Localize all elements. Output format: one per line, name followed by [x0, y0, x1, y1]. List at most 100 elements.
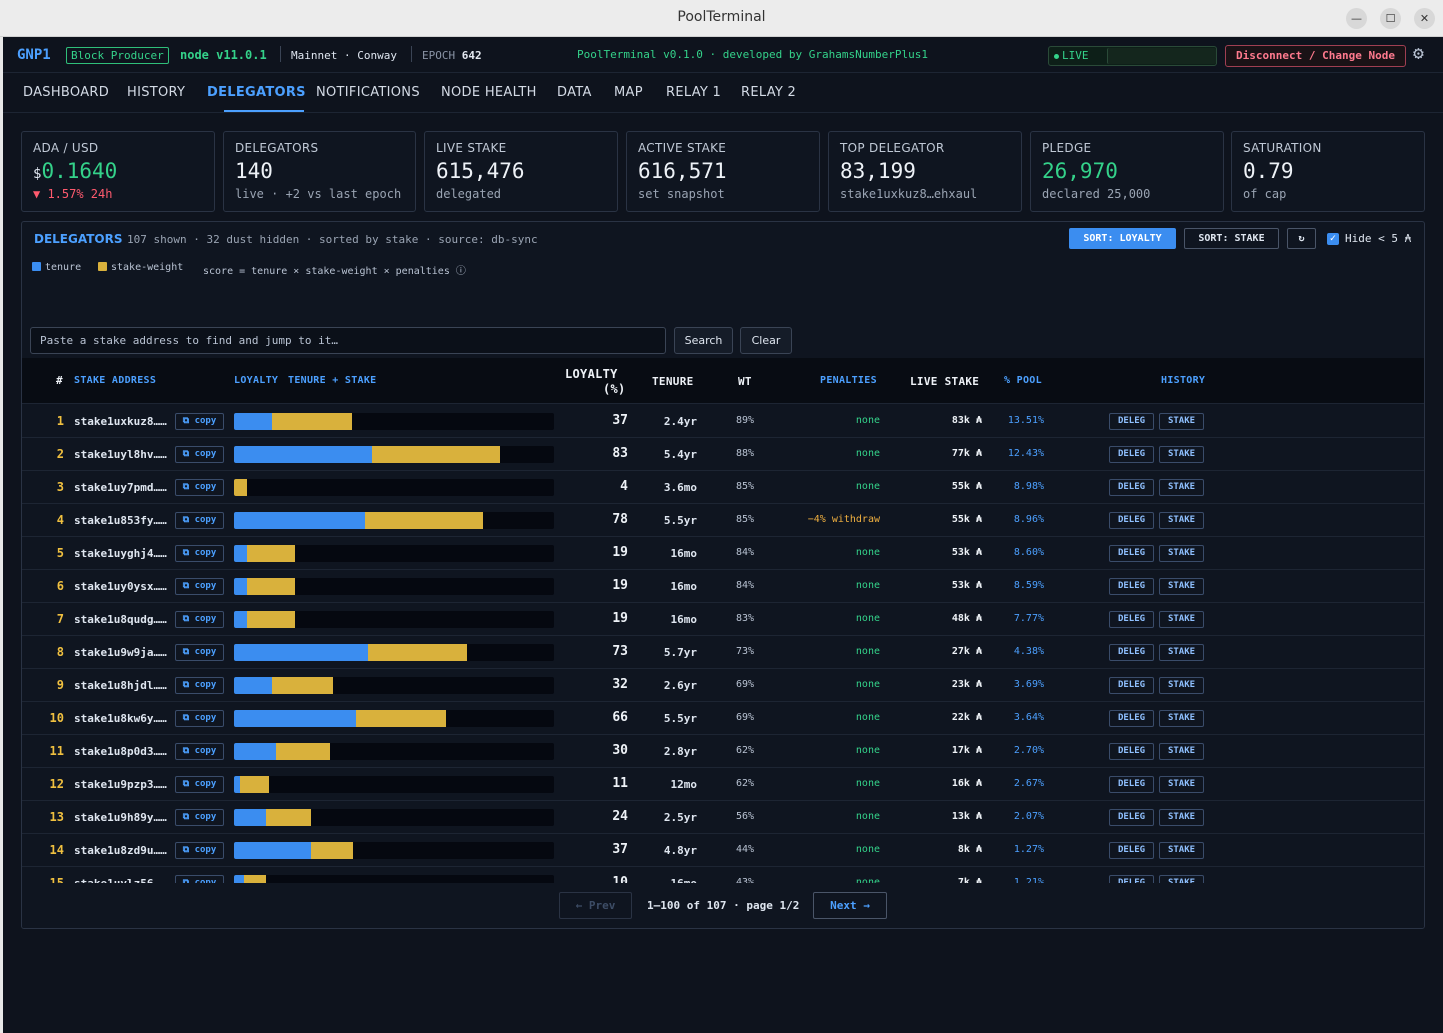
stake-history-button[interactable]: STAKE: [1159, 512, 1204, 529]
table-row[interactable]: 2 stake1uyl8hv…… ⧉ copy 83 5.4yr 88% none 77k ₳…: [22, 438, 1424, 471]
search-button[interactable]: Search: [674, 327, 733, 354]
copy-button[interactable]: ⧉ copy: [175, 446, 224, 463]
tab-notifications[interactable]: NOTIFICATIONS: [316, 85, 420, 100]
deleg-history-button[interactable]: DELEG: [1109, 809, 1154, 826]
stat-value: 83,199: [840, 159, 916, 183]
stake-history-button[interactable]: STAKE: [1159, 479, 1204, 496]
stake-history-button[interactable]: STAKE: [1159, 611, 1204, 628]
tab-relay-1[interactable]: RELAY 1: [666, 85, 721, 100]
pool-pct-value: 8.60%: [1013, 547, 1044, 558]
weight-value: 83%: [735, 613, 754, 624]
stat-card-ada-usd: ADA / USD $0.1640 ▼ 1.57% 24h: [21, 131, 215, 212]
tab-history[interactable]: HISTORY: [127, 85, 185, 100]
col-tenure[interactable]: TENURE: [652, 375, 694, 388]
stake-address: stake1u9h89y……: [74, 811, 167, 824]
deleg-history-button[interactable]: DELEG: [1109, 743, 1154, 760]
clear-button[interactable]: Clear: [740, 327, 792, 354]
maximize-icon[interactable]: ☐: [1380, 8, 1401, 29]
tab-map[interactable]: MAP: [614, 85, 643, 100]
deleg-history-button[interactable]: DELEG: [1109, 479, 1154, 496]
deleg-history-button[interactable]: DELEG: [1109, 611, 1154, 628]
tenure-value: 5.4yr: [663, 448, 697, 461]
copy-button[interactable]: ⧉ copy: [175, 413, 224, 430]
table-row[interactable]: 8 stake1u9w9ja…… ⧉ copy 73 5.7yr 73% none 27k ₳…: [22, 636, 1424, 669]
copy-button[interactable]: ⧉ copy: [175, 479, 224, 496]
copy-button[interactable]: ⧉ copy: [175, 545, 224, 562]
table-row[interactable]: 14 stake1u8zd9u…… ⧉ copy 37 4.8yr 44% none 8k ₳…: [22, 834, 1424, 867]
col-loyalty-pct[interactable]: LOYALTY: [565, 367, 618, 381]
next-page-button[interactable]: Next →: [813, 892, 887, 919]
deleg-history-button[interactable]: DELEG: [1109, 677, 1154, 694]
copy-button[interactable]: ⧉ copy: [175, 776, 224, 793]
hide-dust-checkbox[interactable]: ✓: [1327, 233, 1339, 245]
gear-icon[interactable]: ⚙: [1413, 43, 1424, 64]
weight-value: 69%: [735, 679, 754, 690]
stake-history-button[interactable]: STAKE: [1159, 776, 1204, 793]
copy-button[interactable]: ⧉ copy: [175, 842, 224, 859]
stake-history-button[interactable]: STAKE: [1159, 677, 1204, 694]
col-stake-address[interactable]: STAKE ADDRESS: [74, 375, 156, 386]
col-live-stake[interactable]: LIVE STAKE: [910, 375, 979, 388]
copy-button[interactable]: ⧉ copy: [175, 710, 224, 727]
deleg-history-button[interactable]: DELEG: [1109, 578, 1154, 595]
table-row[interactable]: 7 stake1u8qudg…… ⧉ copy 19 16mo 83% none 48k ₳ 7…: [22, 603, 1424, 636]
close-icon[interactable]: ✕: [1414, 8, 1435, 29]
copy-button[interactable]: ⧉ copy: [175, 677, 224, 694]
sort-loyalty-button[interactable]: SORT: LOYALTY: [1069, 228, 1176, 249]
table-row[interactable]: 9 stake1u8hjdl…… ⧉ copy 32 2.6yr 69% none 23k ₳…: [22, 669, 1424, 702]
stake-history-button[interactable]: STAKE: [1159, 446, 1204, 463]
window-title: PoolTerminal: [677, 9, 766, 25]
tab-delegators[interactable]: DELEGATORS: [207, 85, 306, 100]
pool-pct-value: 13.51%: [1007, 415, 1044, 426]
panel-meta: 107 shown · 32 dust hidden · sorted by s…: [127, 233, 538, 246]
refresh-button[interactable]: ↻: [1287, 228, 1316, 249]
stake-history-button[interactable]: STAKE: [1159, 545, 1204, 562]
tab-node-health[interactable]: NODE HEALTH: [441, 85, 537, 100]
deleg-history-button[interactable]: DELEG: [1109, 446, 1154, 463]
search-input[interactable]: Paste a stake address to find and jump t…: [30, 327, 666, 354]
stat-change: ▼ 1.57% 24h: [33, 187, 113, 201]
deleg-history-button[interactable]: DELEG: [1109, 644, 1154, 661]
copy-button[interactable]: ⧉ copy: [175, 809, 224, 826]
stake-history-button[interactable]: STAKE: [1159, 743, 1204, 760]
prev-page-button[interactable]: ← Prev: [559, 892, 632, 919]
stake-history-button[interactable]: STAKE: [1159, 842, 1204, 859]
tab-dashboard[interactable]: DASHBOARD: [23, 85, 109, 100]
tab-relay-2[interactable]: RELAY 2: [741, 85, 796, 100]
table-row[interactable]: 1 stake1uxkuz8…… ⧉ copy 37 2.4yr 89% none 83k ₳…: [22, 405, 1424, 438]
sort-stake-button[interactable]: SORT: STAKE: [1184, 228, 1279, 249]
deleg-history-button[interactable]: DELEG: [1109, 776, 1154, 793]
deleg-history-button[interactable]: DELEG: [1109, 512, 1154, 529]
loyalty-bar: [234, 545, 554, 562]
row-rank: 11: [49, 744, 64, 758]
table-row[interactable]: 5 stake1uyghj4…… ⧉ copy 19 16mo 84% none 53k ₳ 8…: [22, 537, 1424, 570]
minimize-icon[interactable]: —: [1346, 8, 1367, 29]
tab-data[interactable]: DATA: [557, 85, 592, 100]
live-label: LIVE: [1054, 49, 1089, 62]
copy-button[interactable]: ⧉ copy: [175, 743, 224, 760]
table-row[interactable]: 10 stake1u8kw6y…… ⧉ copy 66 5.5yr 69% none 22k …: [22, 702, 1424, 735]
copy-button[interactable]: ⧉ copy: [175, 644, 224, 661]
table-row[interactable]: 6 stake1uy0ysx…… ⧉ copy 19 16mo 84% none 53k ₳ 8…: [22, 570, 1424, 603]
loyalty-value: 37: [612, 413, 628, 428]
copy-button[interactable]: ⧉ copy: [175, 578, 224, 595]
stake-history-button[interactable]: STAKE: [1159, 644, 1204, 661]
weight-value: 62%: [735, 778, 754, 789]
copy-button[interactable]: ⧉ copy: [175, 611, 224, 628]
table-row[interactable]: 12 stake1u9pzp3…… ⧉ copy 11 12mo 62% none 16k ₳…: [22, 768, 1424, 801]
table-row[interactable]: 11 stake1u8p0d3…… ⧉ copy 30 2.8yr 62% none 17k …: [22, 735, 1424, 768]
table-row[interactable]: 3 stake1uy7pmd…… ⧉ copy 4 3.6mo 85% none 55k ₳ 8…: [22, 471, 1424, 504]
stake-history-button[interactable]: STAKE: [1159, 413, 1204, 430]
disconnect-button[interactable]: Disconnect / Change Node: [1225, 45, 1406, 67]
tenure-value: 5.5yr: [663, 514, 697, 527]
copy-button[interactable]: ⧉ copy: [175, 512, 224, 529]
stake-history-button[interactable]: STAKE: [1159, 809, 1204, 826]
stake-history-button[interactable]: STAKE: [1159, 578, 1204, 595]
deleg-history-button[interactable]: DELEG: [1109, 413, 1154, 430]
deleg-history-button[interactable]: DELEG: [1109, 710, 1154, 727]
deleg-history-button[interactable]: DELEG: [1109, 842, 1154, 859]
table-row[interactable]: 13 stake1u9h89y…… ⧉ copy 24 2.5yr 56% none 13k …: [22, 801, 1424, 834]
stake-history-button[interactable]: STAKE: [1159, 710, 1204, 727]
deleg-history-button[interactable]: DELEG: [1109, 545, 1154, 562]
table-row[interactable]: 4 stake1u853fy…… ⧉ copy 78 5.5yr 85% −4% withd…: [22, 504, 1424, 537]
